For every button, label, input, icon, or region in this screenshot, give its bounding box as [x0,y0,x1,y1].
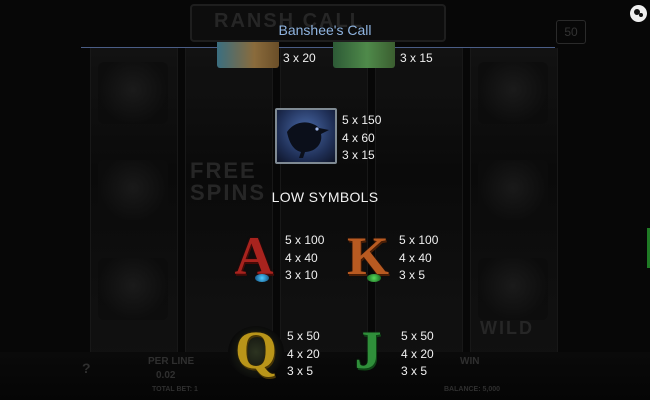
per-line-value: 0.02 [156,370,176,381]
payout-line: 3 x 5 [287,364,314,378]
j-payouts: 5 x 50 4 x 20 3 x 5 [401,328,434,381]
q-payouts: 5 x 50 4 x 20 3 x 5 [287,328,320,381]
payout-line: 4 x 20 [287,346,320,361]
close-icon[interactable] [630,5,647,22]
bg-symbol [98,258,168,320]
letter-j-symbol-icon: J [354,320,382,380]
payout-line: 3 x 15 [400,51,433,65]
raven-icon [287,122,329,158]
page-title: Banshee's Call [278,22,372,38]
paytable-header: Banshee's Call [0,0,650,48]
payout-line: 5 x 100 [285,233,325,247]
letter-q-symbol-icon: Q [234,320,277,380]
wild-bg-text: WILD [480,318,534,338]
green-relic-symbol-icon [333,42,395,68]
partial-symbol-row: 3 x 20 3 x 15 [0,42,650,72]
payout-line: 3 x 20 [283,51,316,65]
raven-payouts: 5 x 150 4 x 60 3 x 15 [342,112,381,165]
payout-line: 4 x 40 [399,250,432,265]
letter-a-symbol-icon: A [234,226,274,286]
bg-symbol [478,258,548,320]
scroll-symbol-icon [217,42,279,68]
payout-line: 3 x 5 [399,268,426,282]
k-payouts: 5 x 100 4 x 40 3 x 5 [399,232,438,285]
payout-line: 5 x 150 [342,113,382,127]
total-bet-label: TOTAL BET: 1 [152,386,198,393]
green-gem-icon [367,274,381,282]
per-line-label: PER LINE [148,356,195,367]
payout-line: 3 x 5 [401,364,428,378]
payout-line: 3 x 10 [285,268,318,282]
help-bg-icon: ? [82,360,91,376]
a-payouts: 5 x 100 4 x 40 3 x 10 [285,232,324,285]
payout-line: 4 x 60 [342,130,375,145]
bottom-bar: ? PER LINE 0.02 TOTAL BET: 1 WIN BALANCE… [0,352,650,400]
payout-line: 4 x 40 [285,250,318,265]
win-label: WIN [460,356,480,367]
low-symbols-title: LOW SYMBOLS [271,189,379,205]
payout-line: 5 x 100 [399,233,439,247]
payout-line: 5 x 50 [287,329,320,343]
payout-line: 4 x 20 [401,346,434,361]
blue-gem-icon [255,274,269,282]
payout-line: 3 x 15 [342,148,375,162]
payout-line: 5 x 50 [401,329,434,343]
raven-symbol-icon [275,108,337,164]
balance-label: BALANCE: 5,000 [444,386,501,393]
